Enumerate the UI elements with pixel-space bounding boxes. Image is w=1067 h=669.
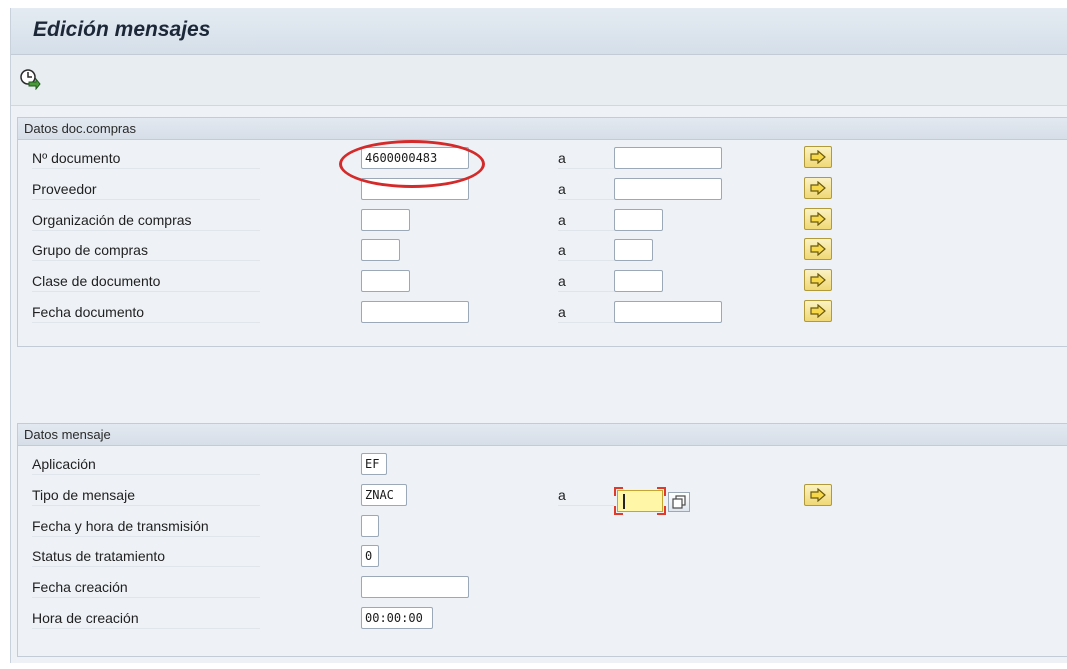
arrow-right-icon <box>810 242 826 256</box>
organizacion-compras-to-field[interactable] <box>614 209 663 231</box>
fecha-documento-to-field[interactable] <box>614 301 722 323</box>
arrow-right-icon <box>810 488 826 502</box>
group-header: Datos doc.compras <box>18 118 1067 140</box>
n-documento-from-field[interactable]: 4600000483 <box>361 147 469 169</box>
to-label: a <box>558 179 614 200</box>
arrow-right-icon <box>810 273 826 287</box>
execute-clock-icon[interactable] <box>19 68 41 91</box>
proveedor-from-field[interactable] <box>361 178 469 200</box>
text-caret <box>623 494 625 509</box>
label-grupo-compras: Grupo de compras <box>32 240 260 261</box>
label-hora-creacion: Hora de creación <box>32 608 260 629</box>
group-datos-doc-compras: Datos doc.compras Nº documento 460000048… <box>17 117 1067 347</box>
page-title: Edición mensajes <box>33 18 211 41</box>
arrow-right-icon <box>810 150 826 164</box>
label-fecha-hora-transmision: Fecha y hora de transmisión <box>32 516 260 537</box>
tipo-mensaje-to-field[interactable] <box>614 487 666 515</box>
proveedor-to-field[interactable] <box>614 178 722 200</box>
group-header: Datos mensaje <box>18 424 1067 446</box>
multiple-selection-button[interactable] <box>804 208 832 230</box>
clase-documento-from-field[interactable] <box>361 270 410 292</box>
to-label: a <box>558 148 614 169</box>
fecha-hora-transmision-field[interactable] <box>361 515 379 537</box>
organizacion-compras-from-field[interactable] <box>361 209 410 231</box>
application-toolbar <box>11 55 1067 106</box>
clase-documento-to-field[interactable] <box>614 270 663 292</box>
label-aplicacion: Aplicación <box>32 454 260 475</box>
label-fecha-creacion: Fecha creación <box>32 577 260 598</box>
focus-corner <box>614 487 623 496</box>
multiple-selection-button[interactable] <box>804 269 832 291</box>
to-label: a <box>558 210 614 231</box>
aplicacion-field[interactable]: EF <box>361 453 387 475</box>
grupo-compras-from-field[interactable] <box>361 239 400 261</box>
arrow-right-icon <box>810 212 826 226</box>
label-status-tratamiento: Status de tratamiento <box>32 546 260 567</box>
sap-screen: Edición mensajes Datos doc.compras Nº do… <box>10 8 1067 663</box>
fecha-creacion-field[interactable] <box>361 576 469 598</box>
multiple-selection-button[interactable] <box>804 238 832 260</box>
label-n-documento: Nº documento <box>32 148 260 169</box>
multiple-selection-button[interactable] <box>804 300 832 322</box>
to-label: a <box>558 485 614 506</box>
focus-corner <box>657 506 666 515</box>
to-label: a <box>558 302 614 323</box>
label-organizacion-compras: Organización de compras <box>32 210 260 231</box>
n-documento-to-field[interactable] <box>614 147 722 169</box>
value-help-icon <box>672 495 686 509</box>
tipo-mensaje-from-field[interactable]: ZNAC <box>361 484 407 506</box>
label-fecha-documento: Fecha documento <box>32 302 260 323</box>
to-label: a <box>558 271 614 292</box>
hora-creacion-field[interactable]: 00:00:00 <box>361 607 433 629</box>
label-tipo-mensaje: Tipo de mensaje <box>32 485 260 506</box>
multiple-selection-button[interactable] <box>804 484 832 506</box>
label-clase-documento: Clase de documento <box>32 271 260 292</box>
arrow-right-icon <box>810 304 826 318</box>
value-help-button[interactable] <box>668 492 690 512</box>
status-tratamiento-field[interactable]: 0 <box>361 545 379 567</box>
focus-corner <box>657 487 666 496</box>
arrow-right-icon <box>810 181 826 195</box>
multiple-selection-button[interactable] <box>804 146 832 168</box>
multiple-selection-button[interactable] <box>804 177 832 199</box>
to-label: a <box>558 240 614 261</box>
group-datos-mensaje: Datos mensaje Aplicación EF Tipo de mens… <box>17 423 1067 657</box>
title-bar: Edición mensajes <box>11 8 1067 55</box>
grupo-compras-to-field[interactable] <box>614 239 653 261</box>
label-proveedor: Proveedor <box>32 179 260 200</box>
focus-corner <box>614 506 623 515</box>
fecha-documento-from-field[interactable] <box>361 301 469 323</box>
